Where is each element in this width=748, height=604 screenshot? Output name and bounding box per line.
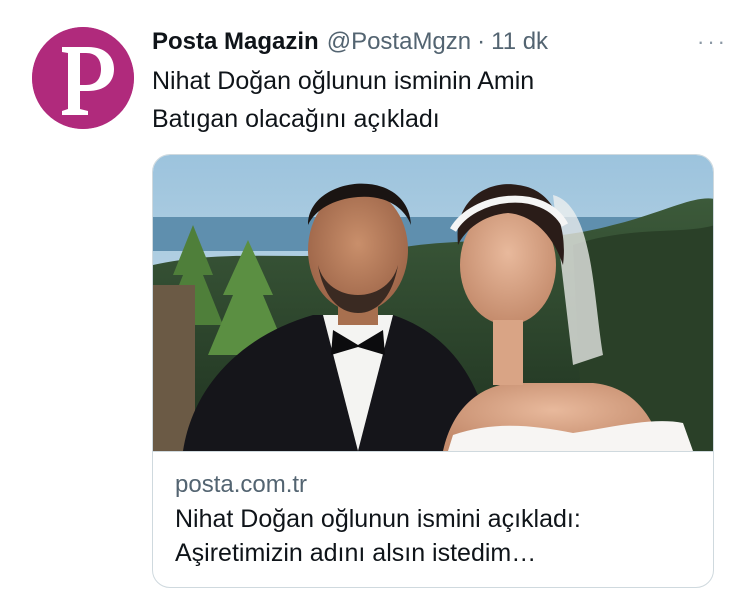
card-title-line: Aşiretimizin adını alsın istedim… xyxy=(175,539,537,567)
tweet-text-line: Nihat Doğan oğlunun isminin Amin xyxy=(152,67,535,95)
card-domain: posta.com.tr xyxy=(175,471,308,498)
tweet-text-line: Batıgan olacağını açıkladı xyxy=(152,105,440,133)
card-image[interactable] xyxy=(153,155,713,451)
author-handle[interactable]: @PostaMgzn xyxy=(327,28,471,56)
tweet-header: Posta Magazin @PostaMgzn · 11 dk ··· xyxy=(152,27,728,57)
card-title-line: Nihat Doğan oğlunun ismini açıkladı: xyxy=(175,505,581,533)
tweet-timestamp[interactable]: 11 dk xyxy=(491,28,548,56)
separator-dot: · xyxy=(477,28,486,55)
wedding-photo-image xyxy=(153,155,713,451)
more-options-icon[interactable]: ··· xyxy=(697,29,728,55)
card-title: Nihat Doğan oğlunun ismini açıkladı: Aşi… xyxy=(175,502,691,570)
tweet-text: Nihat Doğan oğlunun isminin Amin Batıgan… xyxy=(152,62,692,138)
card-body[interactable]: posta.com.tr Nihat Doğan oğlunun ismini … xyxy=(153,451,713,587)
author-name[interactable]: Posta Magazin xyxy=(152,28,319,56)
avatar[interactable] xyxy=(32,27,134,129)
link-preview-card[interactable]: posta.com.tr Nihat Doğan oğlunun ismini … xyxy=(152,154,714,588)
posta-logo-icon xyxy=(32,27,134,129)
